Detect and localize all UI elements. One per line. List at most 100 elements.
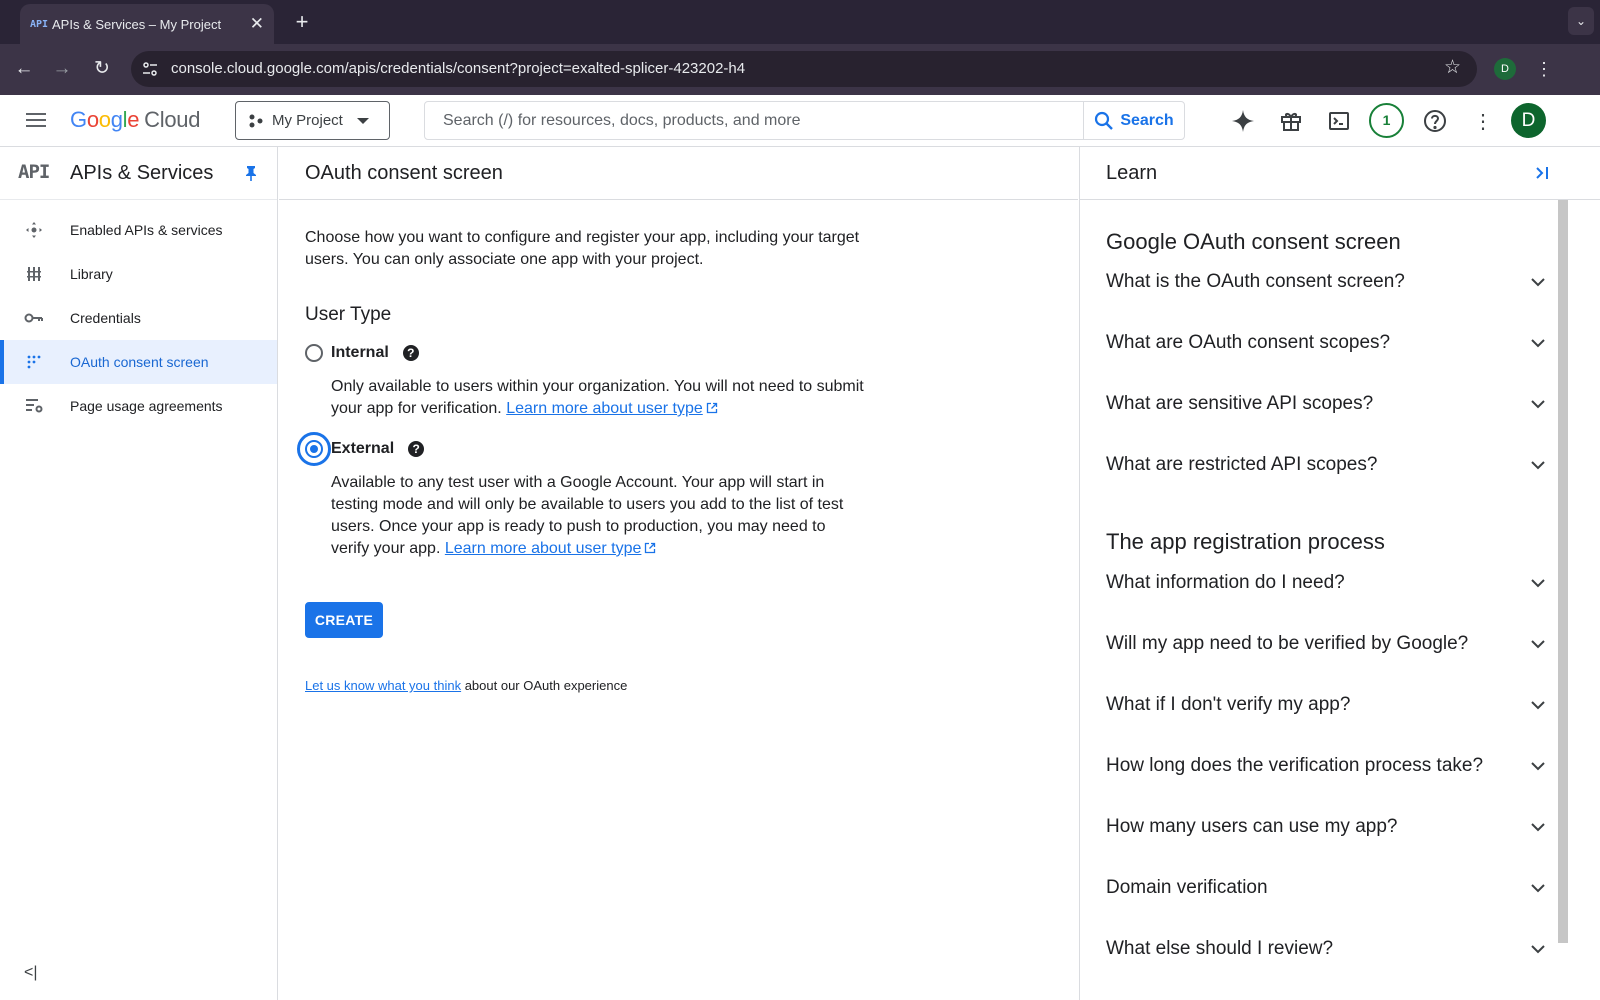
help-icon[interactable] (1421, 107, 1449, 135)
learn-section-title: Google OAuth consent screen (1106, 229, 1401, 254)
search-icon (1095, 111, 1114, 130)
create-button[interactable]: CREATE (305, 602, 383, 638)
learn-title: Learn (1106, 162, 1158, 184)
project-picker-button[interactable]: My Project (235, 101, 390, 140)
sidebar-item-library[interactable]: Library (0, 252, 277, 296)
chevron-down-icon (1531, 823, 1545, 832)
external-radio[interactable] (305, 440, 323, 458)
internal-learn-more-link[interactable]: Learn more about user type (506, 400, 718, 417)
sidebar-item-label: Page usage agreements (70, 398, 223, 414)
url-text: console.cloud.google.com/apis/credential… (171, 60, 746, 77)
external-learn-more-link[interactable]: Learn more about user type (445, 540, 657, 557)
google-cloud-logo[interactable]: Google Cloud (70, 107, 200, 133)
sidebar-item-credentials[interactable]: Credentials (0, 296, 277, 340)
page-title: OAuth consent screen (305, 162, 503, 184)
sidebar-title[interactable]: APIs & Services (70, 162, 213, 185)
sidebar-header: API APIs & Services (0, 147, 277, 200)
chevron-down-icon (1531, 884, 1545, 893)
close-tab-icon[interactable]: ✕ (250, 14, 264, 34)
external-description: Available to any test user with a Google… (331, 472, 865, 560)
page-header: OAuth consent screen (279, 147, 1078, 200)
internal-label[interactable]: Internal (331, 344, 389, 362)
account-avatar[interactable]: D (1511, 103, 1546, 138)
close-panel-icon[interactable] (1532, 163, 1552, 183)
sidebar-item-label: Library (70, 266, 113, 282)
browser-tab[interactable]: API APIs & Services – My Project ✕ (20, 4, 274, 44)
more-options-icon[interactable]: ⋮ (1469, 107, 1497, 135)
project-icon (249, 114, 263, 127)
enabled-apis-icon (24, 220, 44, 240)
gift-icon[interactable] (1277, 107, 1305, 135)
internal-description: Only available to users within your orga… (331, 376, 865, 420)
reload-icon[interactable]: ↻ (87, 54, 117, 84)
browser-tabstrip: API APIs & Services – My Project ✕ + ⌄ (0, 0, 1600, 44)
back-arrow-icon[interactable]: ← (9, 54, 39, 84)
tab-search-chevron-icon[interactable]: ⌄ (1568, 7, 1594, 35)
faq-item[interactable]: What information do I need? (1106, 563, 1545, 603)
faq-item[interactable]: What is the OAuth consent screen? (1106, 262, 1545, 302)
faq-item[interactable]: Domain verification (1106, 868, 1545, 908)
sidebar-item-label: OAuth consent screen (70, 354, 209, 370)
sidebar-item-label: Credentials (70, 310, 141, 326)
learn-panel: Learn Google OAuth consent screen What i… (1079, 147, 1600, 1000)
notifications-badge[interactable]: 1 (1369, 103, 1404, 138)
external-link-icon (645, 542, 656, 554)
main-menu-icon[interactable] (24, 109, 48, 133)
faq-item[interactable]: What are OAuth consent scopes? (1106, 323, 1545, 363)
chevron-down-icon (1531, 640, 1545, 649)
help-icon[interactable]: ? (408, 441, 425, 457)
address-bar[interactable]: console.cloud.google.com/apis/credential… (131, 51, 1477, 87)
chevron-down-icon (1531, 579, 1545, 588)
faq-item[interactable]: What if I don't verify my app? (1106, 685, 1545, 725)
project-name: My Project (272, 112, 343, 129)
faq-item[interactable]: What are restricted API scopes? (1106, 445, 1545, 485)
browser-toolbar: ← → ↻ console.cloud.google.com/apis/cred… (0, 44, 1600, 95)
browser-menu-icon[interactable]: ⋮ (1532, 54, 1556, 84)
search-input[interactable] (425, 102, 1083, 139)
browser-profile-avatar[interactable]: D (1494, 58, 1516, 80)
feedback-link[interactable]: Let us know what you think (305, 678, 461, 693)
chevron-down-icon (1531, 278, 1545, 287)
dropdown-caret-icon (356, 117, 369, 124)
chevron-down-icon (1531, 762, 1545, 771)
external-label[interactable]: External (331, 440, 394, 458)
collapse-sidebar-icon[interactable]: <| (24, 964, 38, 982)
settings-list-icon (24, 396, 44, 416)
chevron-down-icon (1531, 701, 1545, 710)
left-sidebar: API APIs & Services Enabled APIs & servi… (0, 147, 278, 1000)
feedback-text: about our OAuth experience (461, 678, 628, 693)
consent-grid-icon (24, 352, 44, 372)
sidebar-item-page-usage-agreements[interactable]: Page usage agreements (0, 384, 277, 428)
forward-arrow-icon[interactable]: → (47, 54, 77, 84)
learn-scrollbar[interactable] (1558, 200, 1568, 943)
sidebar-nav: Enabled APIs & services Library Credenti… (0, 208, 277, 428)
gemini-sparkle-icon[interactable] (1229, 107, 1257, 135)
tab-title: APIs & Services – My Project (52, 16, 222, 32)
internal-radio[interactable] (305, 344, 323, 362)
faq-item[interactable]: Will my app need to be verified by Googl… (1106, 624, 1545, 664)
search-button[interactable]: Search (1083, 102, 1184, 139)
sidebar-item-label: Enabled APIs & services (70, 222, 223, 238)
sidebar-item-oauth-consent-screen[interactable]: OAuth consent screen (0, 340, 277, 384)
chevron-down-icon (1531, 461, 1545, 470)
new-tab-button[interactable]: + (288, 8, 316, 36)
learn-section-title: The app registration process (1106, 529, 1385, 554)
library-icon (24, 264, 44, 284)
faq-item[interactable]: How long does the verification process t… (1106, 746, 1545, 786)
intro-text: Choose how you want to configure and reg… (305, 229, 860, 268)
consent-form: Choose how you want to configure and reg… (297, 227, 865, 693)
faq-item[interactable]: How many users can use my app? (1106, 807, 1545, 847)
api-logo-icon: API (18, 161, 50, 183)
help-icon[interactable]: ? (402, 345, 419, 361)
site-settings-icon[interactable] (141, 60, 159, 78)
main-content: OAuth consent screen Choose how you want… (279, 147, 1078, 1000)
sidebar-item-enabled-apis[interactable]: Enabled APIs & services (0, 208, 277, 252)
search-bar: Search (424, 101, 1185, 140)
pin-icon[interactable] (242, 164, 260, 182)
external-link-icon (706, 402, 717, 414)
faq-item[interactable]: What are sensitive API scopes? (1106, 384, 1545, 424)
faq-item[interactable]: What else should I review? (1106, 929, 1545, 969)
cloud-shell-icon[interactable] (1325, 107, 1353, 135)
bookmark-star-icon[interactable]: ☆ (1444, 56, 1461, 79)
user-type-heading: User Type (305, 304, 392, 325)
